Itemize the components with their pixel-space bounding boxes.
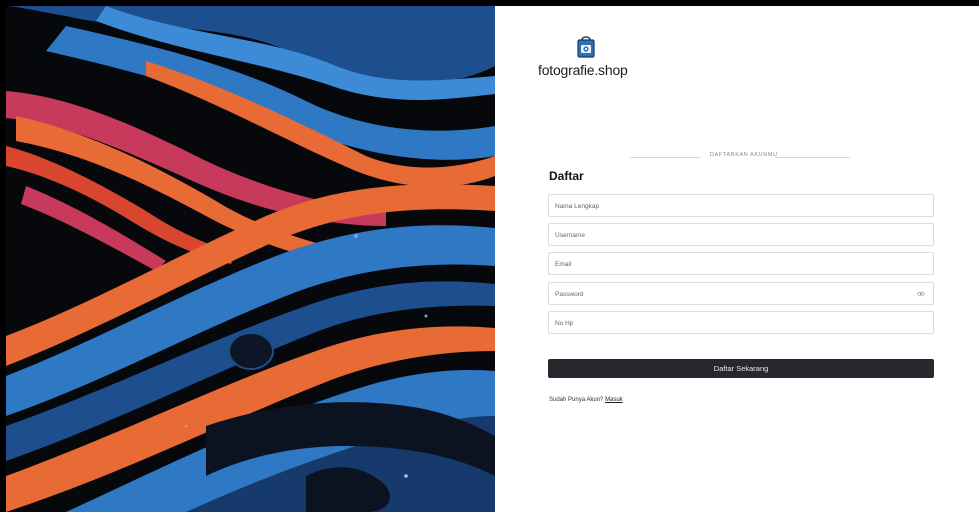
register-panel: fotografie.shop DAFTARKAN AKUNMU Daftar … bbox=[495, 6, 979, 512]
email-input[interactable] bbox=[549, 254, 933, 275]
password-field bbox=[548, 282, 934, 305]
username-input[interactable] bbox=[549, 225, 933, 246]
eye-icon[interactable] bbox=[917, 291, 925, 297]
fullname-input[interactable] bbox=[549, 196, 933, 217]
shopping-bag-camera-icon bbox=[577, 36, 595, 58]
fullname-field bbox=[548, 194, 934, 217]
username-field bbox=[548, 223, 934, 246]
section-divider: DAFTARKAN AKUNMU bbox=[630, 151, 850, 163]
abstract-fluid-art bbox=[6, 6, 495, 512]
divider-line-left bbox=[630, 157, 700, 158]
abstract-art-image bbox=[6, 6, 495, 512]
form-title: Daftar bbox=[549, 169, 584, 183]
login-prompt-text: Sudah Punya Akun? bbox=[549, 397, 604, 403]
phone-field bbox=[548, 311, 934, 334]
email-field bbox=[548, 252, 934, 275]
divider-line-right bbox=[775, 157, 850, 158]
register-button[interactable]: Daftar Sekarang bbox=[548, 359, 934, 378]
section-label: DAFTARKAN AKUNMU bbox=[710, 152, 778, 158]
phone-input[interactable] bbox=[549, 313, 933, 334]
login-link[interactable]: Masuk bbox=[605, 397, 623, 403]
password-input[interactable] bbox=[549, 284, 933, 305]
login-prompt-line: Sudah Punya Akun? Masuk bbox=[549, 397, 623, 403]
brand-name: fotografie.shop bbox=[538, 62, 628, 78]
